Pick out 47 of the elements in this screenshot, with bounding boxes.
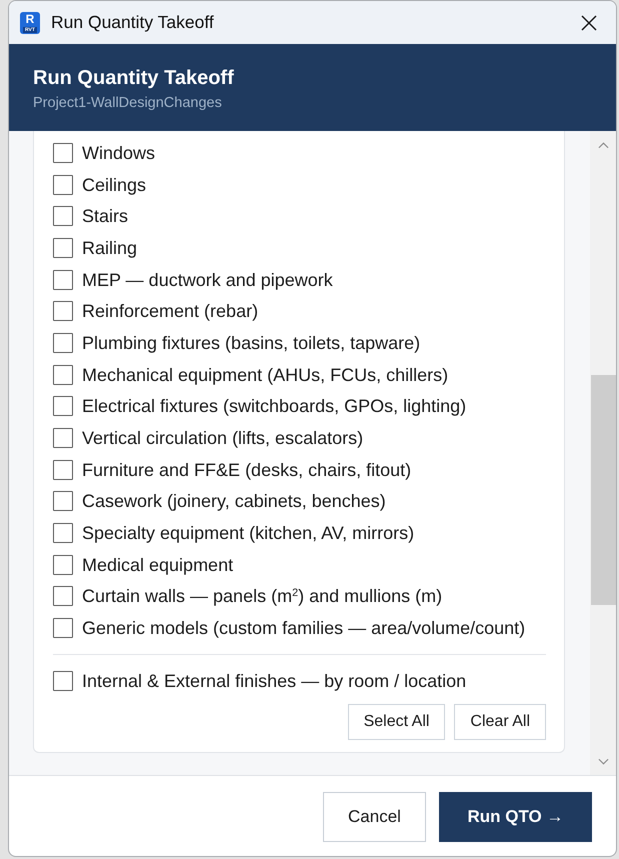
checkbox[interactable] [53, 143, 73, 164]
window-title: Run Quantity Takeoff [51, 12, 214, 33]
checkbox-label: Furniture and FF&E (desks, chairs, fitout) [82, 458, 412, 481]
checkbox-label: Curtain walls — panels (m$^{2}$) and mullions (m) [82, 585, 442, 608]
checkbox-label: MEP — ductwork and pipework [82, 268, 333, 291]
checkbox[interactable] [53, 301, 73, 322]
checkbox-label: Mechanical equipment (AHUs, FCUs, chillers) [82, 364, 448, 386]
checkbox-label: Plumbing fixtures (basins, toilets, tapware) [82, 332, 420, 354]
checkbox-label: Medical equipment [82, 554, 234, 576]
project-name: Project1-WallDesignChanges [33, 94, 222, 112]
chevron-up-icon[interactable] [598, 142, 609, 149]
clear-all-button[interactable]: Clear All [454, 704, 546, 740]
checkbox-label: Casework (joinery, cabinets, benches) [82, 490, 386, 512]
checkbox[interactable] [53, 206, 73, 226]
chevron-down-icon[interactable] [598, 758, 609, 765]
checkbox-label: Internal & External finishes — by room / location [82, 670, 466, 692]
checkbox[interactable] [53, 460, 73, 480]
checkbox[interactable] [53, 270, 73, 290]
checkbox[interactable] [53, 670, 73, 691]
checkbox-label: Railing [82, 236, 138, 259]
checkbox-label: Vertical circulation (lifts, escalators) [82, 426, 364, 449]
scrollbar[interactable] [590, 131, 616, 775]
cancel-button[interactable]: Cancel [323, 792, 426, 842]
checkbox[interactable] [53, 554, 73, 575]
checkbox[interactable] [53, 586, 73, 606]
checkbox[interactable] [53, 396, 73, 416]
dialog-heading: Run Quantity Takeoff [33, 66, 234, 91]
select-all-button[interactable]: Select All [348, 704, 446, 740]
checkbox[interactable] [53, 332, 73, 353]
checkbox[interactable] [53, 491, 73, 512]
checkbox-label: Stairs [82, 205, 128, 228]
checkbox-label: Generic models (custom families — area/volume/count) [82, 616, 526, 639]
checkbox[interactable] [53, 428, 73, 448]
checkbox-label: Reinforcement (rebar) [82, 300, 258, 322]
checkbox[interactable] [53, 174, 73, 195]
checkbox-label: Windows [82, 142, 156, 164]
scrollbar-thumb[interactable] [591, 375, 616, 605]
run-button[interactable]: Run QTO → [439, 792, 592, 842]
checkbox-label: Specialty equipment (kitchen, AV, mirrors) [82, 522, 414, 544]
close-icon [581, 14, 597, 30]
checkbox[interactable] [53, 238, 73, 258]
checkbox-label: Ceilings [82, 174, 146, 196]
checkbox[interactable] [53, 618, 73, 638]
checkbox[interactable] [53, 364, 73, 385]
checkbox-label: Electrical fixtures (switchboards, GPOs, lighting) [82, 395, 466, 418]
checkbox[interactable] [53, 522, 73, 543]
logo-letter: R [26, 12, 34, 26]
